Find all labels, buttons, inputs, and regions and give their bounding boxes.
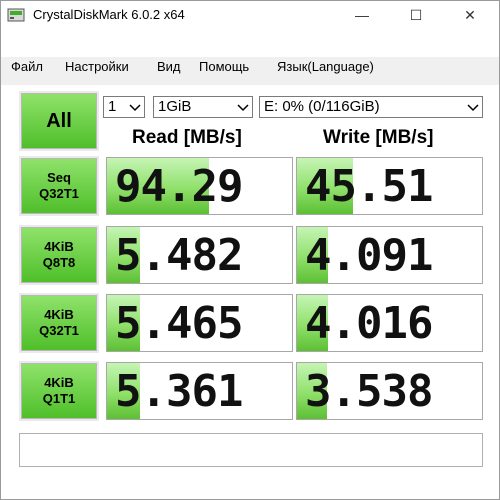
write-result-4kib-q8t8: 4.091 [296, 226, 483, 284]
maximize-icon: ☐ [409, 6, 423, 23]
write-value: 3.538 [305, 366, 433, 417]
runs-value: 1 [108, 98, 117, 115]
read-value: 5.482 [115, 230, 243, 281]
test-button-4kib-q32t1[interactable]: 4KiB Q32T1 [19, 293, 99, 353]
status-comment-field[interactable] [19, 433, 483, 467]
write-result-4kib-q1t1: 3.538 [296, 362, 483, 420]
write-result-4kib-q32t1: 4.016 [296, 294, 483, 352]
menu-bar [1, 29, 499, 57]
minimize-button[interactable]: — [339, 1, 385, 29]
runs-select[interactable]: 1 [103, 96, 145, 118]
test-label-line1: 4KiB [44, 375, 74, 390]
drive-select[interactable]: E: 0% (0/116GiB) [259, 96, 483, 118]
read-result-seq-q32t1: 94.29 [106, 157, 293, 215]
test-button-seq-q32t1[interactable]: Seq Q32T1 [19, 156, 99, 216]
write-value: 45.51 [305, 161, 433, 212]
close-button[interactable]: ✕ [447, 1, 493, 29]
app-disk-icon [7, 8, 25, 22]
read-value: 5.361 [115, 366, 243, 417]
read-column-header: Read [MB/s] [132, 127, 242, 148]
write-column-header: Write [MB/s] [323, 127, 434, 148]
chevron-down-icon [129, 104, 141, 112]
test-label-line2: Q32T1 [39, 186, 79, 201]
size-select[interactable]: 1GiB [153, 96, 253, 118]
test-label-line1: 4KiB [44, 307, 74, 322]
read-result-4kib-q32t1: 5.465 [106, 294, 293, 352]
menu-settings[interactable]: Настройки [65, 59, 129, 74]
all-button[interactable]: All [19, 91, 99, 151]
title-bar[interactable]: CrystalDiskMark 6.0.2 x64 — ☐ ✕ [1, 1, 499, 29]
read-result-4kib-q1t1: 5.361 [106, 362, 293, 420]
write-value: 4.016 [305, 298, 433, 349]
test-label-line2: Q8T8 [42, 255, 76, 270]
test-label-line2: Q32T1 [39, 323, 79, 338]
chevron-down-icon [237, 104, 249, 112]
menu-file[interactable]: Файл [11, 59, 43, 74]
all-button-label: All [46, 110, 72, 132]
drive-value: E: 0% (0/116GiB) [264, 98, 380, 115]
close-icon: ✕ [464, 6, 476, 23]
size-value: 1GiB [158, 98, 192, 115]
test-label-line1: 4KiB [44, 239, 74, 254]
test-button-4kib-q8t8[interactable]: 4KiB Q8T8 [19, 225, 99, 285]
maximize-button[interactable]: ☐ [393, 1, 439, 29]
app-window: CrystalDiskMark 6.0.2 x64 — ☐ ✕ Файл Нас… [0, 0, 500, 500]
read-value: 94.29 [115, 161, 243, 212]
test-label-line2: Q1T1 [42, 391, 76, 406]
read-value: 5.465 [115, 298, 243, 349]
test-label-line1: Seq [47, 170, 71, 185]
read-result-4kib-q8t8: 5.482 [106, 226, 293, 284]
menu-language[interactable]: Язык(Language) [277, 59, 374, 74]
write-value: 4.091 [305, 230, 433, 281]
write-result-seq-q32t1: 45.51 [296, 157, 483, 215]
window-title: CrystalDiskMark 6.0.2 x64 [33, 7, 185, 22]
menu-help[interactable]: Помощь [199, 59, 249, 74]
test-button-4kib-q1t1[interactable]: 4KiB Q1T1 [19, 361, 99, 421]
menu-view[interactable]: Вид [157, 59, 181, 74]
chevron-down-icon [467, 104, 479, 112]
minimize-icon: — [355, 7, 369, 23]
